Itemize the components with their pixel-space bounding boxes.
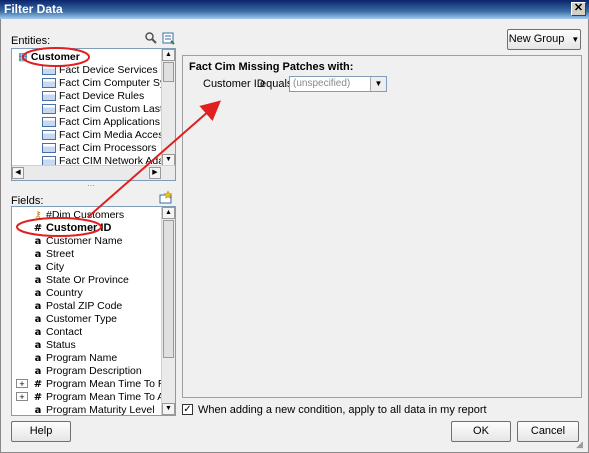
field-highlight-ellipse [16,217,102,237]
annotation-overlay [16,47,222,237]
entity-highlight-ellipse [22,47,90,67]
annotation-arrow [87,100,222,218]
